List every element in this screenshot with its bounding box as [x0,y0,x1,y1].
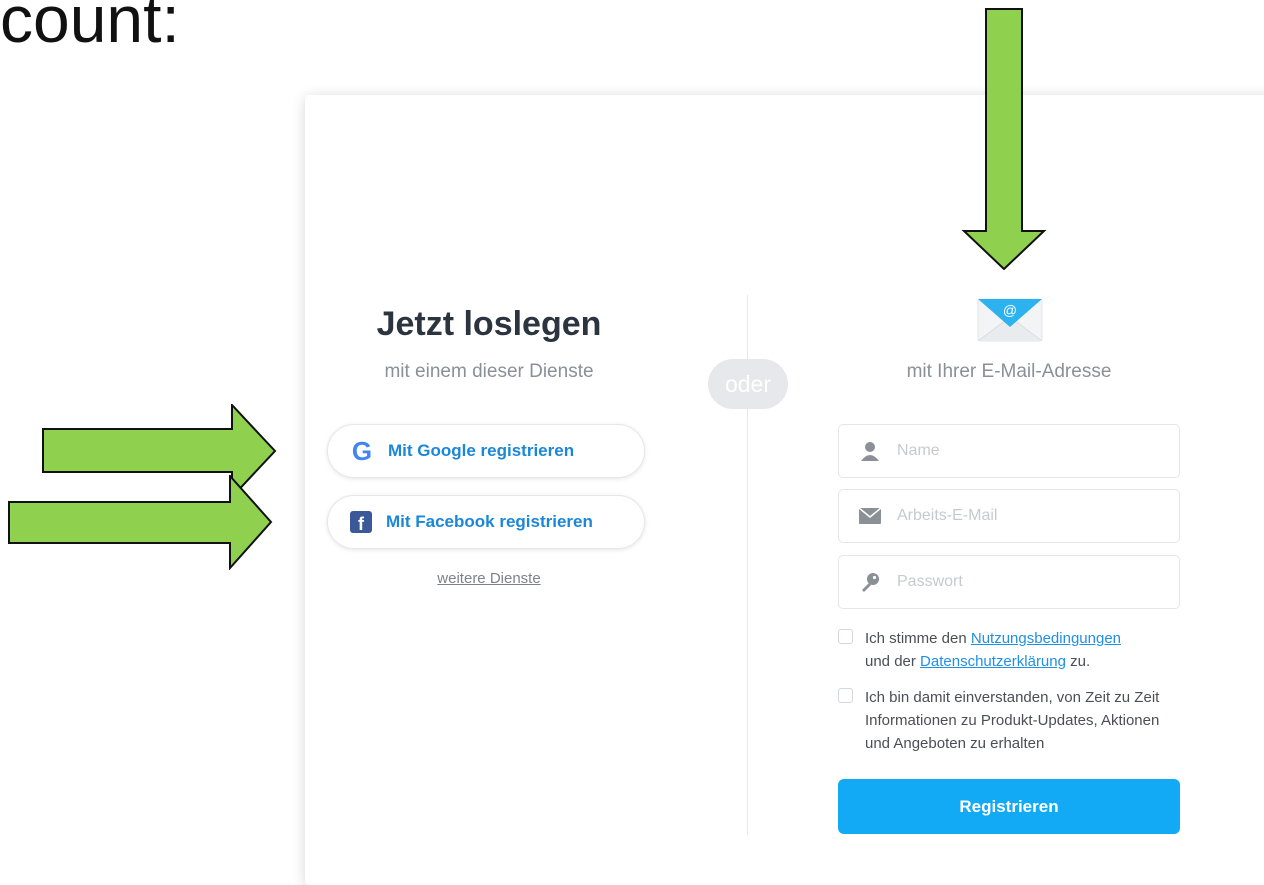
more-services-link[interactable]: weitere Dienste [330,570,648,587]
marketing-text: Ich bin damit einverstanden, von Zeit zu… [865,689,1160,752]
facebook-icon: f [350,511,372,533]
left-subheading: mit einem dieser Dienste [384,361,594,382]
work-email-field[interactable] [838,489,1180,543]
terms-checkbox[interactable] [838,629,853,644]
facebook-signup-button[interactable]: f Mit Facebook registrieren [327,495,645,549]
facebook-button-label: Mit Facebook registrieren [386,512,593,531]
google-button-label: Mit Google registrieren [388,441,575,460]
google-signup-button[interactable]: G Mit Google registrieren [327,424,645,478]
terms-text: Ich stimme den Nutzungsbedingungen und d… [865,627,1121,673]
terms-row: Ich stimme den Nutzungsbedingungen und d… [838,627,1180,673]
page-title: Jetzt loslegen [376,305,602,343]
password-field[interactable] [838,555,1180,609]
name-input[interactable] [895,441,1159,461]
svg-text:@: @ [1003,302,1017,318]
terms-link[interactable]: Nutzungsbedingungen [971,630,1121,647]
terms-suffix: zu. [1065,653,1091,670]
register-button[interactable]: Registrieren [838,779,1180,834]
email-heading: mit Ihrer E-Mail-Adresse [906,361,1112,382]
terms-prefix: Ich stimme den [865,630,971,647]
oder-badge: oder [708,359,788,409]
mail-icon [859,505,881,527]
password-input[interactable] [895,572,1159,592]
marketing-checkbox[interactable] [838,688,853,703]
privacy-link[interactable]: Datenschutzerklärung [920,653,1066,670]
envelope-icon: @ [977,298,1043,342]
terms-middle: und der [865,653,921,670]
marketing-row: Ich bin damit einverstanden, von Zeit zu… [838,686,1180,755]
name-field[interactable] [838,424,1180,478]
right-arrow-icon-facebook [8,475,273,570]
google-icon: G [351,436,373,466]
down-arrow-icon [961,8,1047,270]
key-icon [859,571,881,593]
slide-text-fragment: count: [0,0,180,56]
work-email-input[interactable] [895,506,1159,526]
user-icon [859,440,881,462]
